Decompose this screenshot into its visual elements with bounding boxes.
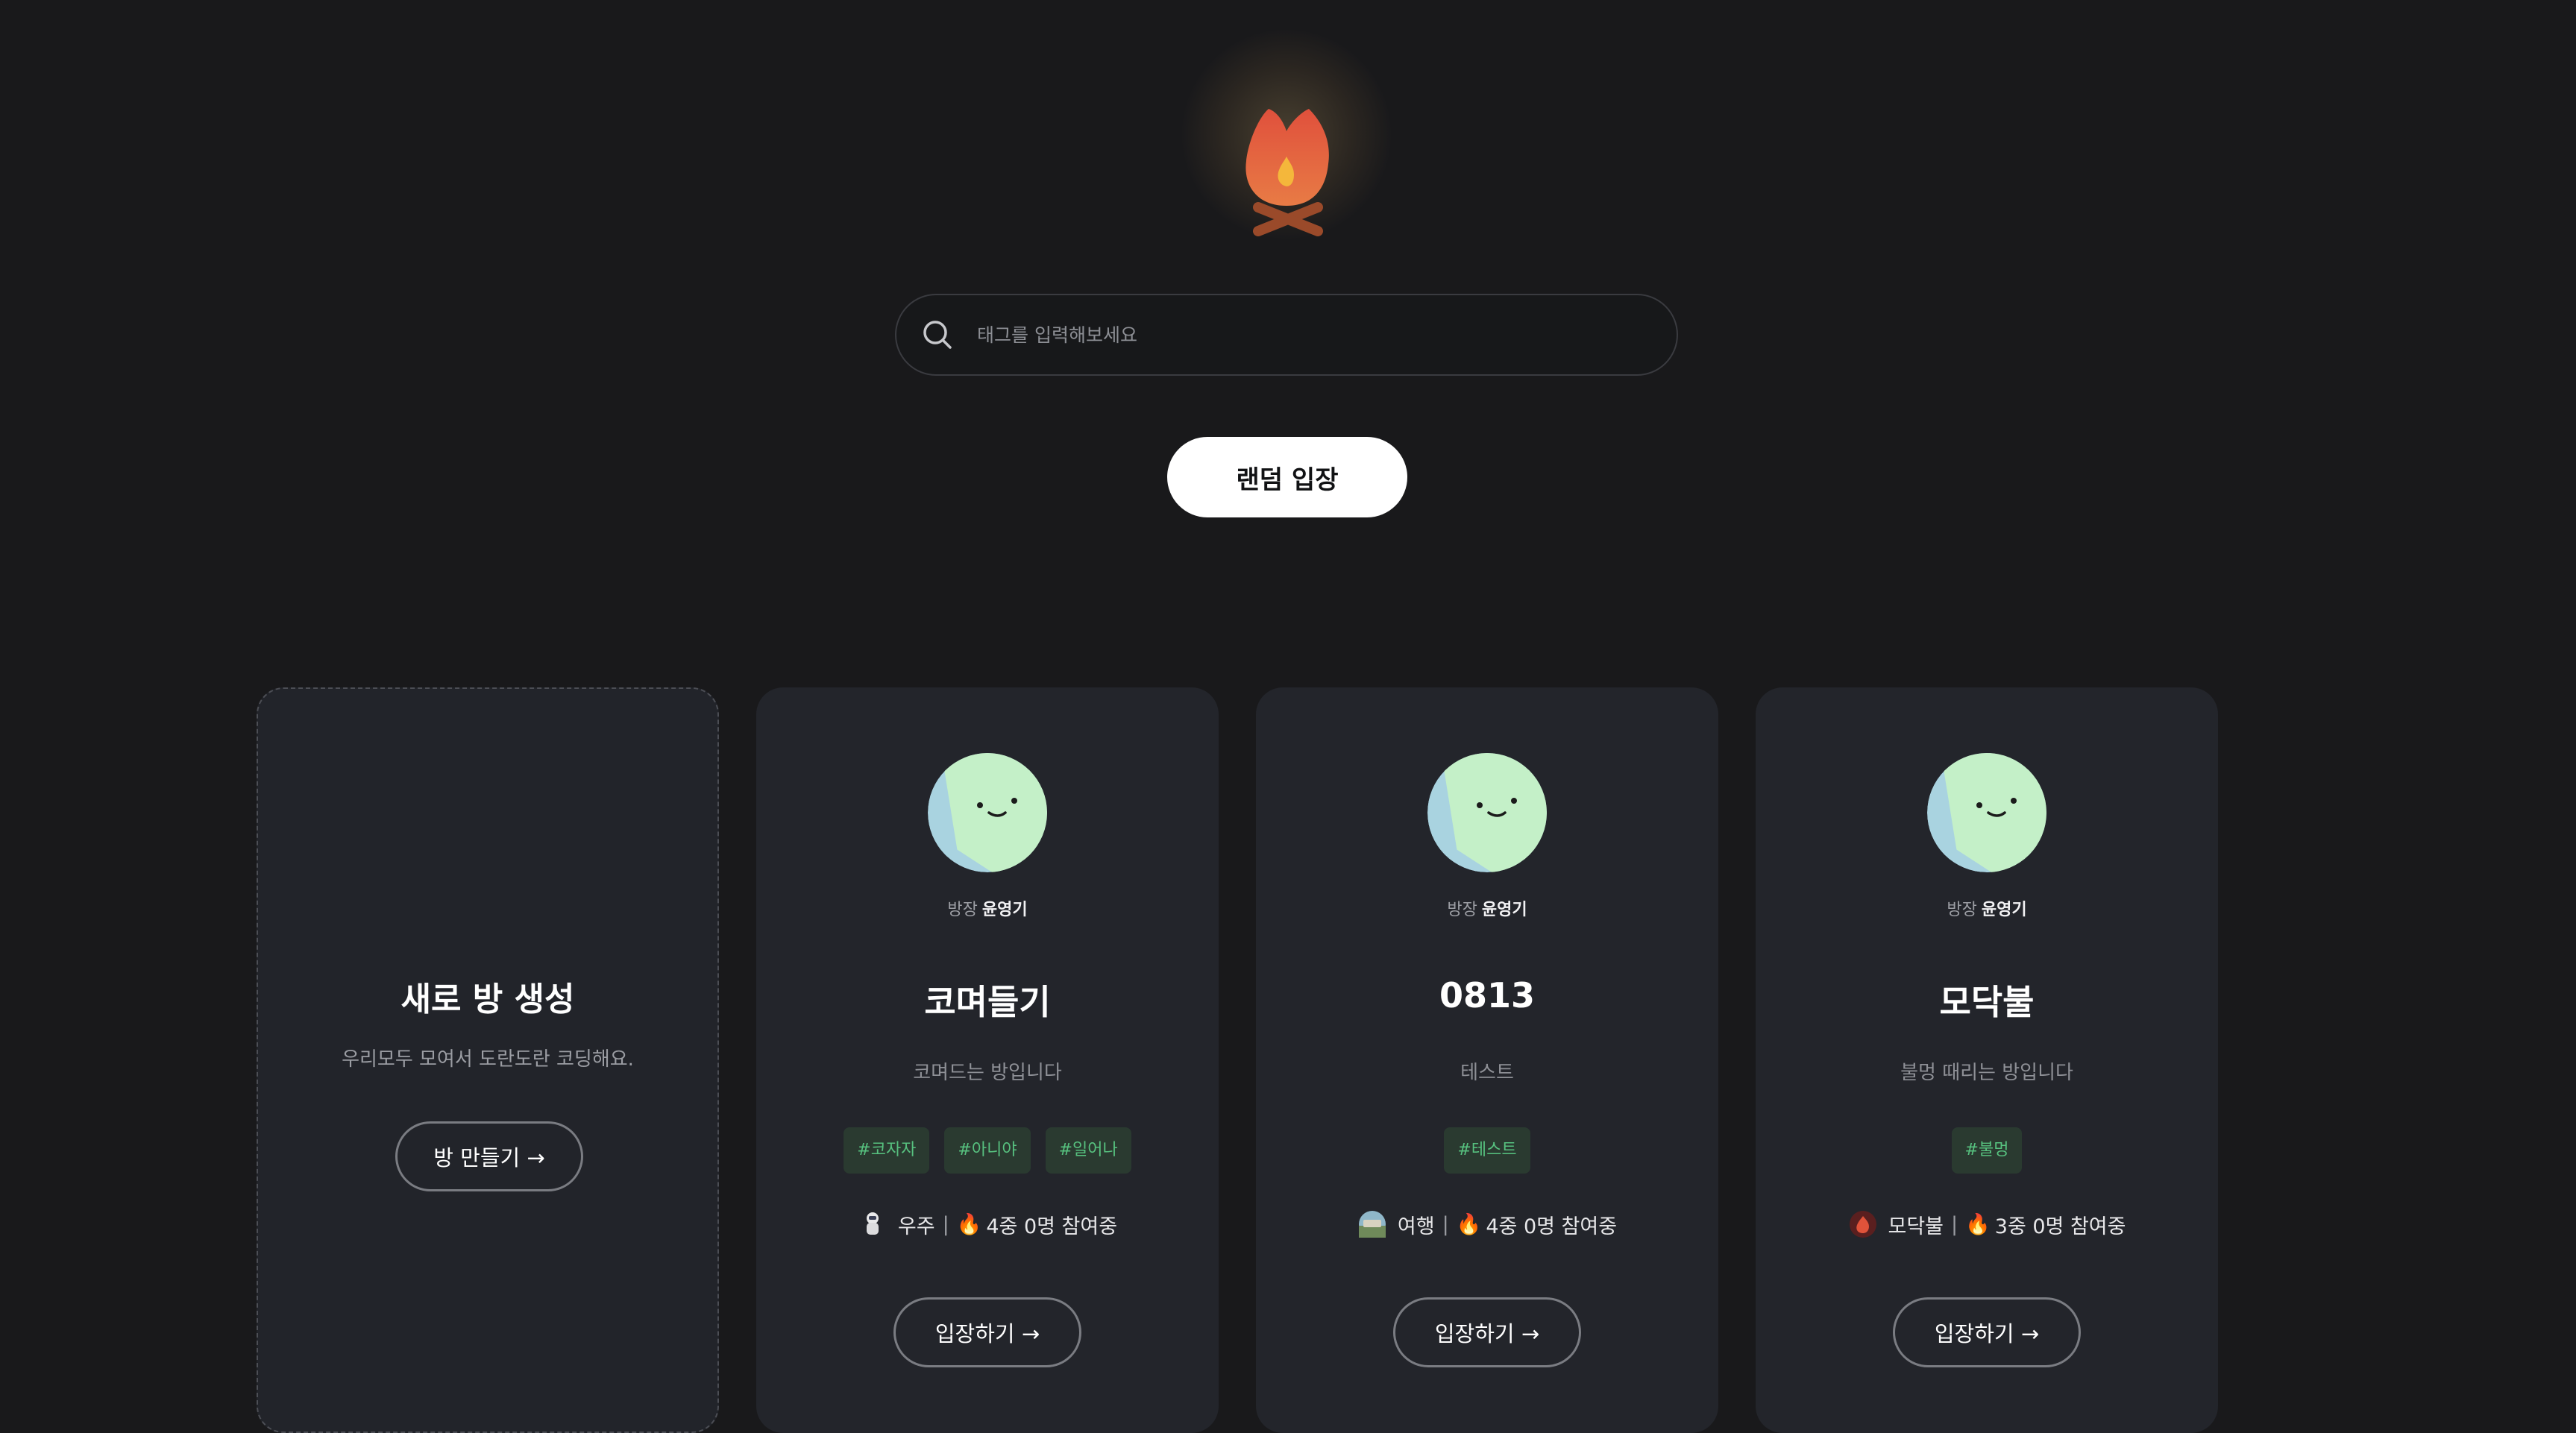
meta-separator: |	[1442, 1212, 1449, 1236]
tag-search-bar[interactable]	[895, 294, 1678, 376]
random-enter-button[interactable]: 랜덤 입장	[1167, 437, 1407, 517]
campfire-logo	[1175, 30, 1398, 253]
room-tag[interactable]: #코자자	[844, 1127, 930, 1174]
meta-separator: |	[1951, 1212, 1958, 1236]
create-room-button[interactable]: 방 만들기 →	[395, 1121, 583, 1191]
room-description: 코며드는 방입니다	[913, 1062, 1062, 1084]
room-meta: 여행 | 🔥 4중 0명 참여중	[1256, 1209, 1718, 1239]
room-owner: 방장 윤영기	[756, 896, 1219, 920]
fire-icon: 🔥	[1456, 1213, 1482, 1236]
room-meta: 모닥불 | 🔥 3중 0명 참여중	[1756, 1209, 2218, 1239]
room-owner: 방장 윤영기	[1256, 896, 1718, 920]
room-card: 방장 윤영기 모닥불 불멍 때리는 방입니다 #불멍 모닥불 | 🔥 3중 0명 …	[1756, 687, 2218, 1433]
fire-icon: 🔥	[956, 1213, 982, 1236]
room-tag[interactable]: #아니야	[944, 1127, 1031, 1174]
create-room-title: 새로 방 생성	[400, 980, 575, 1018]
owner-label: 방장	[947, 901, 978, 919]
campfire-theme-icon	[1849, 1211, 1876, 1238]
search-icon	[923, 321, 952, 349]
room-tag[interactable]: #일어나	[1045, 1127, 1131, 1174]
room-card: 방장 윤영기 0813 테스트 #테스트 여행 | 🔥 4중 0명 참여중 입장하…	[1256, 687, 1718, 1433]
avatar	[1427, 753, 1547, 872]
room-owner: 방장 윤영기	[1756, 896, 2218, 920]
enter-room-button[interactable]: 입장하기 →	[893, 1297, 1081, 1367]
room-theme: 여행	[1397, 1215, 1435, 1238]
room-title: 모닥불	[1939, 982, 2035, 1022]
enter-room-button[interactable]: 입장하기 →	[1393, 1297, 1581, 1367]
search-input[interactable]	[976, 312, 1647, 358]
owner-label: 방장	[1947, 901, 1977, 919]
room-tags: #불멍	[1756, 1127, 2218, 1174]
room-tag[interactable]: #불멍	[1951, 1127, 2023, 1174]
owner-name: 윤영기	[1981, 901, 2027, 919]
room-status: 4중 0명 참여중	[986, 1215, 1118, 1238]
room-description: 테스트	[1460, 1062, 1514, 1084]
room-status: 3중 0명 참여중	[1994, 1215, 2126, 1238]
avatar	[928, 753, 1047, 872]
room-meta: 우주 | 🔥 4중 0명 참여중	[756, 1209, 1219, 1239]
room-title: 코며들기	[924, 982, 1051, 1022]
room-status: 4중 0명 참여중	[1486, 1215, 1618, 1238]
astronaut-icon	[866, 1212, 879, 1235]
room-tags: #코자자 #아니야 #일어나	[756, 1127, 1219, 1174]
create-room-subtitle: 우리모두 모여서 도란도란 코딩해요.	[342, 1048, 634, 1071]
owner-label: 방장	[1447, 901, 1477, 919]
owner-name: 윤영기	[981, 901, 1028, 919]
room-tags: #테스트	[1256, 1127, 1718, 1174]
travel-icon	[1358, 1211, 1386, 1238]
avatar	[1927, 753, 2046, 872]
meta-separator: |	[942, 1212, 949, 1236]
campfire-icon	[1245, 109, 1329, 236]
room-title: 0813	[1439, 975, 1536, 1015]
create-room-card: 새로 방 생성 우리모두 모여서 도란도란 코딩해요. 방 만들기 →	[257, 687, 719, 1433]
room-theme: 우주	[897, 1215, 935, 1238]
room-theme: 모닥불	[1888, 1215, 1944, 1238]
room-tag[interactable]: #테스트	[1444, 1127, 1530, 1174]
owner-name: 윤영기	[1481, 901, 1527, 919]
enter-room-button[interactable]: 입장하기 →	[1893, 1297, 2081, 1367]
fire-icon: 🔥	[1965, 1213, 1991, 1236]
room-card: 방장 윤영기 코며들기 코며드는 방입니다 #코자자 #아니야 #일어나 우주 |…	[756, 687, 1219, 1433]
room-description: 불멍 때리는 방입니다	[1900, 1062, 2073, 1084]
